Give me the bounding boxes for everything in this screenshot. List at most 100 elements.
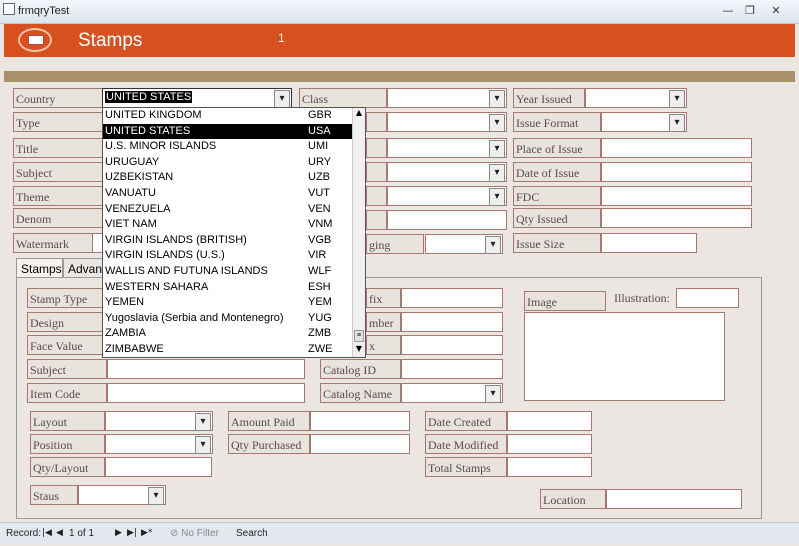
location-label: Location [540,489,606,509]
dropdown-option[interactable]: ZIMBABWE ZWE [103,342,352,357]
place-of-issue-field[interactable] [601,138,752,158]
watermark-label: Watermark [13,233,93,253]
date-of-issue-label: Date of Issue [513,162,601,182]
date-modified-field[interactable] [507,434,592,454]
qty-issued-field[interactable] [601,208,752,228]
option-country-name: UNITED KINGDOM [105,109,202,121]
location-field[interactable] [606,489,742,509]
item-code-label: Item Code [27,383,107,403]
dropdown-option[interactable]: VIRGIN ISLANDS (BRITISH) VGB [103,233,352,249]
qty-layout-field[interactable] [105,457,212,477]
illustration-field[interactable] [676,288,739,308]
staus-combo[interactable] [78,485,166,505]
option-country-code: VEN [308,202,331,215]
last-record-icon[interactable]: ▶| [127,528,137,538]
dropdown-option[interactable]: VIRGIN ISLANDS (U.S.) VIR [103,248,352,264]
prefix-label: fix [366,288,401,308]
dropdown-option[interactable]: VANUATU VUT [103,186,352,202]
number-field[interactable] [401,312,503,332]
header-spacer [4,57,795,71]
scroll-thumb[interactable]: ≡ [354,330,364,342]
total-stamps-field[interactable] [507,457,592,477]
dropdown-option[interactable]: UNITED STATES USA [103,123,352,140]
scroll-up-icon[interactable]: ▲ [353,108,365,120]
option-country-code: URY [308,155,332,168]
catalog-name-combo[interactable] [401,383,503,403]
country-dropdown-list[interactable]: UNITED KINGDOM GBR UNITED STATES USA U.S. MI… [102,107,366,358]
year-issued-combo[interactable] [585,88,687,108]
dropdown-option[interactable]: UZBEKISTAN UZB [103,170,352,186]
minimize-icon[interactable]: — [720,4,736,18]
panel-subject-label: Subject [27,359,107,379]
class-combo[interactable] [387,88,507,108]
option-country-code: YUG [308,311,332,324]
subject-combo[interactable] [387,162,507,182]
option-country-code: UMI [308,140,329,153]
stamp-logo-icon [18,28,52,52]
record-position-field[interactable]: 1 of 1 [69,528,94,539]
scroll-down-icon[interactable]: ▼ [353,344,365,356]
dropdown-scrollbar[interactable]: ▲ ≡ ▼ [352,108,365,357]
search-box[interactable]: Search [236,528,268,539]
prefix-field[interactable] [401,288,503,308]
tab-stamps[interactable]: Stamps [16,258,63,278]
dropdown-option[interactable]: UNITED KINGDOM GBR [103,108,352,124]
close-icon[interactable]: ✕ [768,4,784,18]
image-frame[interactable] [524,312,725,401]
issue-size-field[interactable] [601,233,697,253]
position-label: Position [30,434,105,454]
no-filter-button[interactable]: ⊘ No Filter [170,528,219,539]
option-country-name: UNITED STATES [105,124,191,137]
qty-purchased-field[interactable] [310,434,410,454]
position-combo[interactable] [105,434,213,454]
tab-advanced[interactable]: Advanc [63,258,103,278]
design-label: Design [27,312,107,332]
dropdown-option[interactable]: WESTERN SAHARA ESH [103,280,352,296]
option-country-code: ZWE [308,343,333,355]
denom-field[interactable] [387,210,507,230]
panel-subject-field[interactable] [107,359,305,379]
denom-mid-label [366,210,387,230]
hinging-label: ging [366,234,424,254]
dropdown-option[interactable]: YEMEN YEM [103,295,352,311]
option-country-code: ZMB [308,327,332,340]
dropdown-option[interactable]: VENEZUELA VEN [103,202,352,218]
header-band [4,71,795,82]
title-mid-label [366,138,387,158]
issue-format-label: Issue Format [513,112,601,132]
date-created-field[interactable] [507,411,592,431]
dropdown-option[interactable]: U.S. MINOR ISLANDS UMI [103,139,352,155]
next-record-icon[interactable]: ▶ [115,528,122,538]
first-record-icon[interactable]: |◀ [42,528,52,538]
dropdown-option[interactable]: Yugoslavia (Serbia and Montenegro) YUG [103,311,352,327]
issue-format-combo[interactable] [601,112,687,132]
dropdown-option[interactable]: ZAMBIA ZMB [103,326,352,342]
prev-record-icon[interactable]: ◀ [56,528,63,538]
suffix-field[interactable] [401,335,503,355]
fdc-label: FDC [513,186,601,206]
dropdown-option[interactable]: WALLIS AND FUTUNA ISLANDS WLF [103,264,352,280]
layout-combo[interactable] [105,411,213,431]
title-combo[interactable] [387,138,507,158]
restore-icon[interactable]: ❐ [742,4,758,18]
hinging-combo[interactable] [425,234,503,254]
total-stamps-label: Total Stamps [425,457,507,477]
new-record-icon[interactable]: ▶* [141,528,152,538]
option-country-code: USA [308,124,331,137]
amount-paid-label: Amount Paid [228,411,310,431]
option-country-name: Yugoslavia (Serbia and Montenegro) [105,311,284,324]
theme-combo[interactable] [387,186,507,206]
fdc-field[interactable] [601,186,752,206]
type-combo[interactable] [387,112,507,132]
date-of-issue-field[interactable] [601,162,752,182]
option-country-code: UZB [308,171,330,184]
catalog-id-field[interactable] [401,359,503,379]
option-country-code: VNM [308,218,333,231]
dropdown-option[interactable]: URUGUAY URY [103,155,352,171]
item-code-field[interactable] [107,383,305,403]
amount-paid-field[interactable] [310,411,410,431]
dropdown-option[interactable]: VIET NAM VNM [103,217,352,233]
filter-icon: ⊘ [170,528,182,539]
header-number: 1 [278,31,285,45]
country-combo[interactable]: UNITED STATES [102,88,292,108]
